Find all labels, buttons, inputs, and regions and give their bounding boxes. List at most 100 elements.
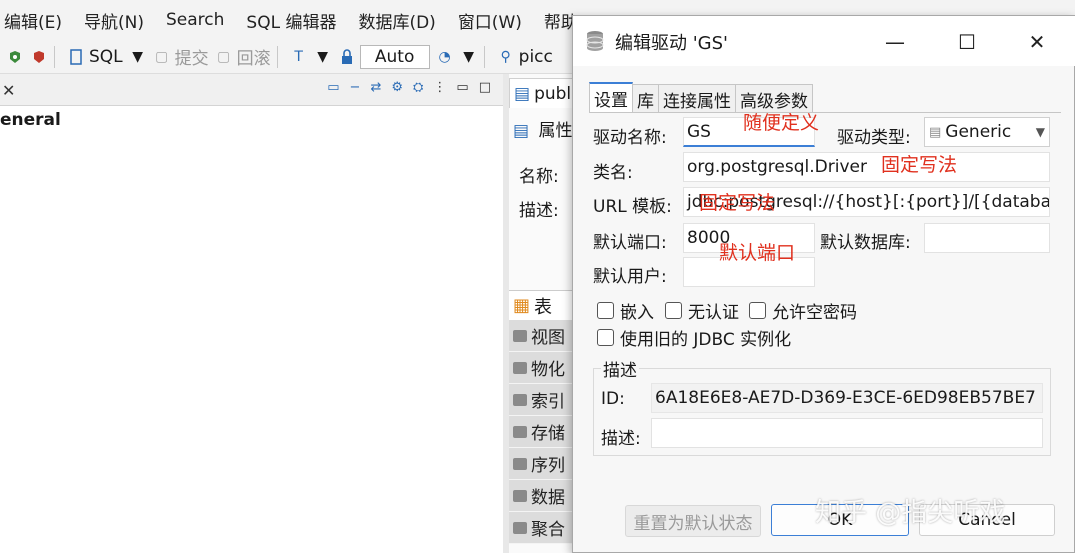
tab-public[interactable]: ▤ publ bbox=[509, 78, 579, 108]
minimize-icon[interactable]: ▭ bbox=[456, 80, 468, 95]
folder-icon bbox=[513, 489, 527, 502]
id-field[interactable]: 6A18E6E8-AE7D-D369-E3CE-6ED98EB57BE7 bbox=[651, 383, 1043, 413]
menu-navigate[interactable]: 导航(N) bbox=[84, 8, 144, 33]
tab-connection-properties[interactable]: 连接属性 bbox=[658, 84, 736, 112]
folder-icon bbox=[513, 425, 527, 438]
checkbox-box[interactable] bbox=[665, 302, 682, 319]
maximize-icon[interactable]: □ bbox=[479, 80, 491, 95]
more-icon[interactable]: ⋮ bbox=[433, 80, 446, 95]
embedded-label: 嵌入 bbox=[620, 303, 654, 323]
commit-button[interactable]: 提交 bbox=[175, 44, 209, 69]
tables-label: 表 bbox=[534, 296, 553, 318]
watermark: 知乎 @指尖听戏 bbox=[815, 498, 1006, 528]
view-icon bbox=[513, 361, 527, 374]
close-icon[interactable]: ✕ bbox=[2, 81, 15, 100]
dialog-title: 编辑驱动 'GS' bbox=[615, 33, 728, 54]
tables-icon: ▦ bbox=[513, 295, 531, 316]
annotation-class: 固定写法 bbox=[881, 154, 958, 176]
list-item[interactable]: 索引 bbox=[509, 384, 579, 416]
annotation-name: 随便定义 bbox=[743, 112, 820, 134]
list-item[interactable]: 视图 bbox=[509, 320, 579, 352]
chevron-down-icon[interactable]: ▼ bbox=[460, 48, 478, 66]
database-icon bbox=[585, 30, 605, 52]
lock-icon[interactable] bbox=[338, 48, 356, 66]
object-list: 视图 物化 索引 存储 序列 数据 聚合 bbox=[509, 320, 579, 544]
description-group-title: 描述 bbox=[601, 356, 639, 381]
menu-search[interactable]: Search bbox=[166, 10, 224, 30]
toolbar-divider bbox=[276, 45, 278, 68]
description-label: 描述: bbox=[601, 429, 641, 449]
general-label: eneral bbox=[0, 110, 61, 130]
rollback-icon: ▢ bbox=[217, 48, 231, 65]
toolbar-divider bbox=[483, 45, 485, 68]
reset-defaults-button[interactable]: 重置为默认状态 bbox=[625, 505, 761, 537]
datasource-icon: ⚲ bbox=[500, 48, 511, 65]
edit-driver-dialog: 编辑驱动 'GS' — ☐ ✕ 设置 库 连接属性 高级参数 驱动名称: GS … bbox=[572, 15, 1075, 553]
description-label: 描述: bbox=[519, 201, 559, 221]
class-name-input[interactable]: org.postgresql.Driver bbox=[683, 152, 1050, 182]
active-datasource[interactable]: picc bbox=[519, 47, 553, 67]
sql-button[interactable]: SQL bbox=[89, 47, 123, 67]
legacy-jdbc-checkbox[interactable]: 使用旧的 JDBC 实例化 bbox=[597, 325, 791, 350]
list-item[interactable]: 聚合 bbox=[509, 512, 579, 544]
properties-label: 属性 bbox=[538, 121, 573, 141]
embedded-checkbox[interactable]: 嵌入 bbox=[597, 298, 654, 323]
annotation-url: 固定写法 bbox=[699, 192, 776, 214]
checkbox-box[interactable] bbox=[749, 302, 766, 319]
default-database-input[interactable] bbox=[924, 223, 1050, 253]
menu-database[interactable]: 数据库(D) bbox=[358, 8, 435, 33]
properties-tab[interactable]: ▤ 属性 bbox=[513, 116, 572, 141]
menu-window[interactable]: 窗口(W) bbox=[458, 8, 522, 33]
name-label: 名称: bbox=[519, 167, 559, 187]
checkbox-box[interactable] bbox=[597, 329, 614, 346]
menu-sql-editor[interactable]: SQL 编辑器 bbox=[246, 8, 336, 33]
tab-settings[interactable]: 设置 bbox=[589, 82, 633, 112]
legacy-jdbc-label: 使用旧的 JDBC 实例化 bbox=[620, 330, 792, 350]
left-panel-header: ✕ ▭ − ⇄ ⚙ ⛭ ⋮ ▭ □ bbox=[0, 74, 503, 106]
url-template-label: URL 模板: bbox=[593, 197, 672, 217]
no-auth-label: 无认证 bbox=[688, 303, 739, 323]
link-icon[interactable]: ⇄ bbox=[370, 80, 381, 95]
commit-icon: ▢ bbox=[155, 48, 169, 65]
chevron-down-icon: ▼ bbox=[1035, 125, 1045, 139]
id-label: ID: bbox=[601, 389, 625, 409]
tab-libraries[interactable]: 库 bbox=[632, 84, 659, 112]
class-name-label: 类名: bbox=[593, 163, 633, 183]
history-icon[interactable]: ◔ bbox=[436, 48, 454, 66]
checkbox-box[interactable] bbox=[597, 302, 614, 319]
toolbar-divider bbox=[54, 45, 55, 68]
chevron-down-icon[interactable]: ▼ bbox=[314, 48, 332, 66]
allow-empty-password-checkbox[interactable]: 允许空密码 bbox=[749, 298, 857, 323]
list-item[interactable]: 存储 bbox=[509, 416, 579, 448]
chevron-down-icon[interactable]: ▼ bbox=[129, 48, 147, 66]
no-auth-checkbox[interactable]: 无认证 bbox=[665, 298, 739, 323]
gear-icon[interactable]: ⚙ bbox=[391, 80, 403, 95]
filter-icon[interactable]: ⛭ bbox=[413, 80, 423, 95]
tables-node[interactable]: ▦ 表 bbox=[509, 290, 579, 320]
maximize-button[interactable]: ☐ bbox=[953, 28, 981, 56]
driver-type-value: Generic bbox=[945, 122, 1012, 142]
new-window-icon[interactable]: ▭ bbox=[327, 80, 339, 95]
list-item[interactable]: 物化 bbox=[509, 352, 579, 384]
list-item[interactable]: 序列 bbox=[509, 448, 579, 480]
rollback-button[interactable]: 回滚 bbox=[237, 44, 271, 69]
sql-editor-icon[interactable] bbox=[67, 48, 85, 66]
folder-icon bbox=[513, 393, 527, 406]
folder-icon bbox=[513, 457, 527, 470]
menu-edit[interactable]: 编辑(E) bbox=[4, 8, 62, 33]
description-input[interactable] bbox=[651, 418, 1043, 448]
view-icon bbox=[513, 329, 527, 342]
transaction-mode-icon[interactable]: T bbox=[290, 48, 308, 66]
close-button[interactable]: ✕ bbox=[1023, 28, 1051, 56]
collapse-icon[interactable]: − bbox=[350, 80, 361, 95]
driver-type-select[interactable]: ▤ Generic ▼ bbox=[924, 117, 1050, 147]
dialog-titlebar: 编辑驱动 'GS' — ☐ ✕ bbox=[573, 16, 1075, 66]
auto-commit-selector[interactable]: Auto bbox=[359, 44, 430, 69]
tab-public-label: publ bbox=[534, 83, 572, 104]
list-item[interactable]: 数据 bbox=[509, 480, 579, 512]
minimize-button[interactable]: — bbox=[881, 28, 909, 56]
default-database-label: 默认数据库: bbox=[820, 233, 911, 253]
disconnect-icon[interactable] bbox=[30, 48, 48, 66]
connect-icon[interactable] bbox=[6, 48, 24, 66]
left-panel-actions: ▭ − ⇄ ⚙ ⛭ ⋮ ▭ □ bbox=[327, 80, 491, 95]
